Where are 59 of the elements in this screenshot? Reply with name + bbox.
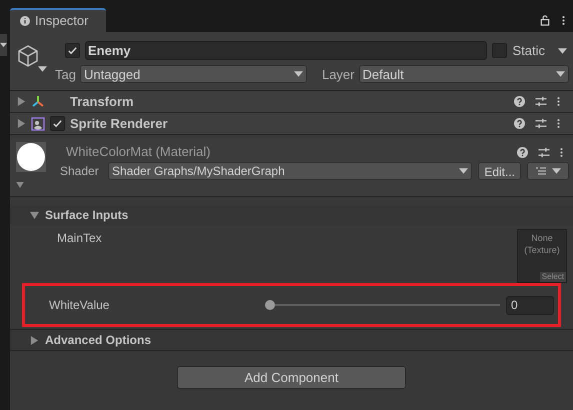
axes-icon: [31, 94, 45, 108]
help-icon[interactable]: [514, 96, 525, 107]
help-icon[interactable]: [514, 118, 525, 129]
component-header[interactable]: Sprite Renderer: [10, 113, 573, 135]
collapsed-arrow-icon[interactable]: [30, 336, 39, 344]
more-icon[interactable]: [557, 96, 560, 107]
tab-title: Inspector: [35, 12, 88, 30]
property-label: WhiteValue: [49, 297, 110, 314]
caret-icon: [556, 71, 565, 78]
section-title: Advanced Options: [45, 332, 152, 349]
expanded-arrow-icon[interactable]: [16, 182, 24, 188]
component-title: Sprite Renderer: [70, 114, 169, 133]
static-label: Static: [512, 42, 545, 60]
tag-dropdown[interactable]: Untagged: [80, 65, 307, 84]
shader-dropdown[interactable]: Shader Graphs/MyShaderGraph: [108, 162, 472, 180]
checkmark-icon: [67, 45, 78, 56]
static-checkbox[interactable]: [492, 43, 508, 58]
material-preview: [16, 142, 46, 172]
caret-icon: [552, 168, 560, 174]
slider-thumb[interactable]: [265, 300, 275, 310]
layer-dropdown[interactable]: Default: [358, 65, 569, 84]
edit-button[interactable]: Edit...: [478, 162, 521, 180]
help-icon[interactable]: [517, 146, 528, 158]
active-checkbox[interactable]: [65, 43, 80, 58]
info-icon: [20, 16, 30, 26]
inspector-tab[interactable]: Inspector: [10, 8, 106, 32]
component-title: Transform: [70, 92, 135, 111]
material-title: WhiteColorMat (Material): [66, 143, 210, 162]
component-header[interactable]: Transform: [10, 91, 573, 113]
sliders-icon[interactable]: [535, 118, 547, 129]
collapsed-arrow-icon[interactable]: [17, 119, 26, 128]
tag-label: Tag: [55, 66, 76, 84]
enabled-checkbox[interactable]: [50, 116, 65, 131]
caret-icon: [294, 71, 303, 78]
texture-slot[interactable]: None (Texture) Select: [517, 229, 567, 283]
caret-icon: [38, 66, 47, 72]
caret-icon: [558, 48, 567, 54]
more-icon[interactable]: [557, 118, 560, 129]
sliders-icon[interactable]: [535, 96, 547, 107]
lock-icon[interactable]: [540, 14, 550, 26]
caret-icon: [459, 168, 468, 174]
add-component-button[interactable]: Add Component: [177, 366, 406, 389]
collapsed-arrow-icon[interactable]: [17, 97, 26, 106]
side-caret-icon: [0, 42, 7, 48]
texture-value: None (Texture): [523, 232, 561, 256]
expanded-arrow-icon[interactable]: [30, 210, 39, 220]
cube-icon[interactable]: [16, 44, 40, 68]
value-field[interactable]: 0: [506, 296, 554, 314]
more-icon[interactable]: [560, 146, 563, 158]
shader-label: Shader: [60, 163, 100, 180]
more-icon[interactable]: [562, 14, 565, 26]
list-icon: [536, 167, 546, 175]
property-label: MainTex: [57, 230, 102, 247]
list-dropdown[interactable]: [527, 162, 569, 180]
sliders-icon[interactable]: [538, 146, 550, 158]
checkmark-icon: [52, 118, 63, 129]
layer-label: Layer: [322, 66, 354, 84]
section-title: Surface Inputs: [45, 207, 128, 224]
name-field[interactable]: Enemy: [85, 41, 488, 60]
